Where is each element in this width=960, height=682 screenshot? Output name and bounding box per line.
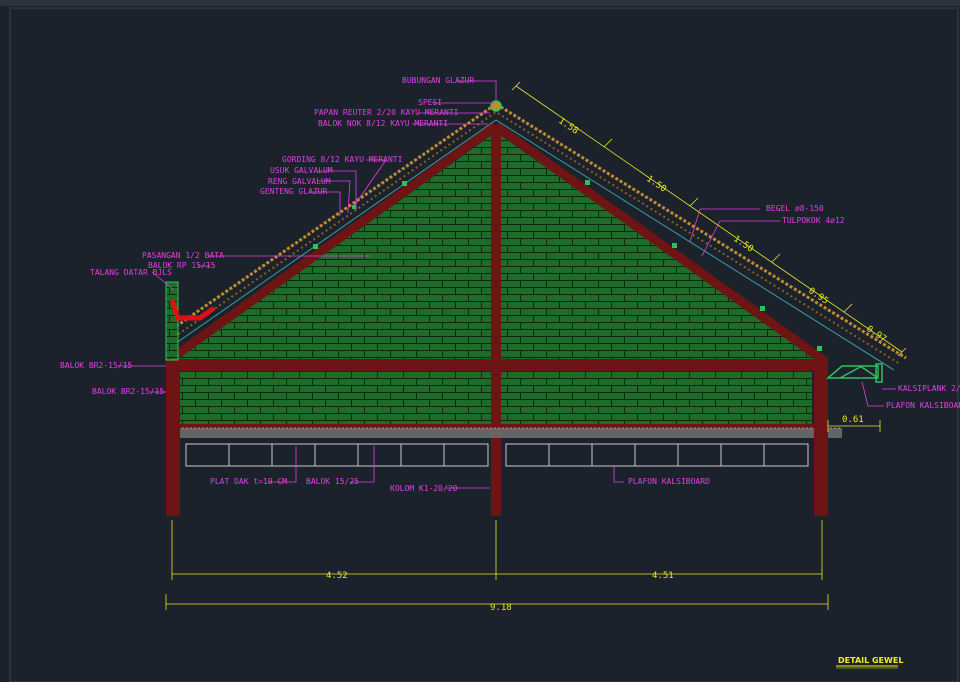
label-pasangan: PASANGAN 1/2 BATA (142, 251, 224, 260)
top-toolbar-strip (0, 0, 960, 6)
label-kolom: KOLOM K1-20/20 (390, 484, 458, 493)
label-plat-dak: PLAT DAK t=10 CM (210, 477, 287, 486)
drawing-title: DETAIL GEWEL (838, 656, 903, 665)
label-kalsiplank: KALSIPLANK 2/20 (898, 384, 960, 393)
label-balok-15-25: BALOK 15/25 (306, 477, 359, 486)
label-gording: GORDING 8/12 KAYU MERANTI (282, 155, 403, 164)
dim-slope-1: 1.58 (556, 116, 580, 136)
label-plafon-right: PLAFON KALSIBOARD (886, 401, 960, 410)
dim-slope-5: 0.97 (864, 324, 888, 344)
concrete-slab (166, 428, 842, 438)
dim-slope-4: 0.95 (806, 286, 830, 306)
label-bubungan: BUBUNGAN GLAZUR (402, 76, 474, 85)
label-plafon-bottom: PLAFON KALSIBOARD (628, 477, 710, 486)
label-balok-nok: BALOK NOK 8/12 KAYU MERANTI (318, 119, 448, 128)
bottom-dimension-lines (165, 520, 829, 610)
king-post (491, 126, 501, 516)
ridge-cap-icon (490, 100, 502, 112)
dim-total: 9.18 (490, 603, 512, 613)
label-papan-reuter: PAPAN REUTER 2/20 KAYU MERANTI (314, 108, 459, 117)
dim-slope-2: 1.50 (644, 174, 668, 194)
label-usuk: USUK GALVALUM (270, 166, 333, 175)
eave-box (825, 363, 883, 383)
column-right (814, 360, 828, 516)
label-genteng: GENTENG GLAZUR (260, 187, 328, 196)
label-tulpokok: TULPOKOK 4ø12 (782, 216, 845, 225)
dim-right-span: 4.51 (652, 571, 674, 581)
label-reng: RENG GALVALUM (268, 177, 331, 186)
column-left (166, 360, 180, 516)
label-spesi: SPESI (418, 98, 442, 107)
ring-beam-upper (168, 359, 828, 371)
dim-left-span: 4.52 (326, 571, 348, 581)
dim-overhang: 0.61 (842, 415, 864, 425)
label-talang: TALANG DATAR BJLS (90, 268, 172, 277)
label-begel: BEGEL ø8-150 (766, 204, 824, 213)
parapet-wall (165, 281, 179, 361)
label-balok-br2-a: BALOK BR2-15/15 (60, 361, 132, 370)
gable-detail-drawing: BUBUNGAN GLAZUR SPESI PAPAN REUTER 2/20 … (0, 0, 960, 682)
label-balok-br2-b: BALOK BR2-15/15 (92, 387, 164, 396)
